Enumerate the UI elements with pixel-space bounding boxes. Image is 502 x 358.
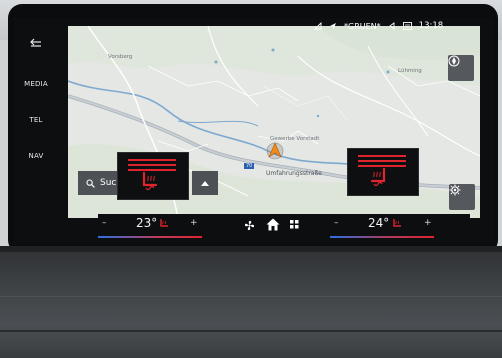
right-temperature[interactable]: 24° (368, 216, 389, 230)
dashboard-seam (0, 330, 502, 332)
road-name-label: Umfahrungsstraße (266, 170, 322, 177)
grid-icon[interactable] (290, 220, 299, 229)
status-bar: *GRUEN* 13:18 (314, 18, 443, 34)
dashboard (0, 246, 502, 358)
back-arrow-icon (30, 38, 41, 47)
right-temp-indicator-line (330, 236, 434, 238)
vehicle-position-icon (266, 142, 284, 160)
rail-item-tel[interactable]: TEL (14, 116, 58, 124)
map-place-label: Vorsberg (108, 54, 133, 60)
left-seat-heating-popup[interactable] (117, 152, 189, 200)
clock: 13:18 (418, 21, 444, 31)
seat-heating-icon (142, 171, 158, 191)
left-temperature[interactable]: 23° (136, 216, 157, 230)
expand-button[interactable] (192, 171, 218, 195)
right-temp-increase-button[interactable]: + (424, 218, 432, 228)
infotainment-screen: MEDIA TEL NAV Vorsberg Lühming Gewerbe V… (14, 18, 494, 244)
seat-heating-icon (393, 219, 401, 227)
chevron-up-icon (201, 180, 209, 186)
road-number-badge: 70 (244, 163, 255, 169)
fan-icon[interactable] (244, 220, 255, 231)
left-temp-indicator-line (98, 236, 202, 238)
map-settings-button[interactable] (449, 184, 475, 210)
dashboard-edge (0, 246, 502, 252)
compass-button[interactable] (448, 55, 474, 81)
search-icon (86, 178, 95, 188)
map-place-label: Gewerbe Vorstadt (270, 136, 320, 142)
back-button[interactable] (14, 38, 58, 51)
compass-icon (448, 55, 460, 67)
seat-heating-icon (160, 219, 168, 227)
right-seat-heating-popup[interactable] (347, 148, 419, 196)
message-icon (402, 22, 412, 30)
left-temp-decrease-button[interactable]: – (102, 218, 107, 228)
seat-heating-icon (370, 167, 386, 187)
rail-item-media[interactable]: MEDIA (14, 80, 58, 88)
location-arrow-icon (330, 23, 336, 29)
rail-item-nav[interactable]: NAV (14, 152, 58, 160)
dashboard-ridge (0, 296, 502, 297)
climate-bar: – 23° + – 24° + (98, 214, 470, 238)
right-temp-decrease-button[interactable]: – (334, 218, 339, 228)
phone-signal-icon (314, 22, 322, 30)
gear-icon (449, 184, 461, 196)
nav-rail: MEDIA TEL NAV (14, 18, 58, 244)
left-temp-increase-button[interactable]: + (190, 218, 198, 228)
profile-label: *GRUEN* (344, 21, 381, 31)
home-icon[interactable] (266, 218, 280, 231)
search-label: Suc (100, 178, 117, 188)
map-place-label: Lühming (398, 68, 422, 74)
volume-icon (388, 22, 395, 30)
